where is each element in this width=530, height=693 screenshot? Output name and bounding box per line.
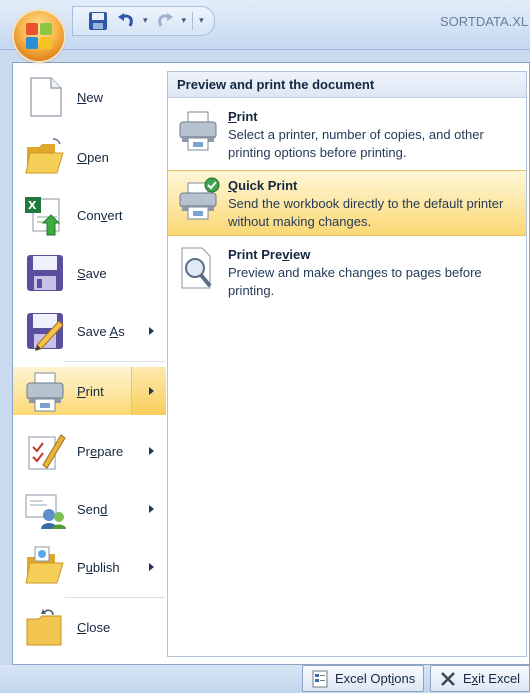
- menu-item-save-as[interactable]: Save As: [13, 307, 166, 355]
- printer-icon: [23, 369, 67, 413]
- new-document-icon: [23, 75, 67, 119]
- submenu-arrow-icon: [149, 387, 154, 395]
- submenu-item-print-preview[interactable]: Print Preview Preview and make changes t…: [168, 240, 526, 306]
- document-title: SORTDATA.XL: [440, 14, 529, 29]
- publish-folder-icon: [23, 545, 67, 589]
- exit-excel-button[interactable]: Exit Excel: [430, 665, 530, 692]
- svg-text:X: X: [28, 199, 37, 212]
- save-disk-icon: [23, 251, 67, 295]
- redo-dropdown-icon[interactable]: ▾: [182, 16, 187, 26]
- menu-item-new[interactable]: New: [13, 73, 166, 121]
- menu-item-print[interactable]: Print: [13, 367, 166, 415]
- options-icon: [312, 670, 328, 687]
- menu-item-label: Close: [77, 619, 111, 635]
- print-submenu-panel: Preview and print the document Print Sel…: [167, 71, 527, 657]
- excel-options-label: Excel Options: [335, 671, 416, 686]
- office-menu: New Open X Convert Save Save As Print Pr…: [12, 62, 530, 665]
- menu-item-label: Prepare: [77, 443, 124, 459]
- undo-icon[interactable]: [115, 10, 137, 32]
- menu-item-publish[interactable]: Publish: [13, 543, 166, 591]
- submenu-arrow-icon: [149, 327, 154, 335]
- menu-divider: [65, 361, 165, 362]
- menu-footer: Excel Options Exit Excel: [0, 665, 530, 693]
- submenu-item-description: Send the workbook directly to the defaul…: [228, 196, 504, 229]
- title-bar: ▾ ▾ ▾ SORTDATA.XL: [0, 0, 530, 50]
- menu-item-label: New: [77, 89, 104, 105]
- submenu-item-description: Select a printer, number of copies, and …: [228, 127, 484, 160]
- print-preview-icon: [176, 246, 220, 290]
- menu-item-prepare[interactable]: Prepare: [13, 427, 166, 475]
- menu-item-label: Convert: [77, 207, 123, 223]
- office-button[interactable]: [14, 11, 64, 61]
- excel-options-button[interactable]: Excel Options: [302, 665, 425, 692]
- undo-dropdown-icon[interactable]: ▾: [143, 16, 148, 26]
- submenu-arrow-icon: [149, 505, 154, 513]
- close-folder-icon: [23, 605, 67, 649]
- customize-toolbar-icon[interactable]: ▾: [199, 16, 204, 26]
- menu-item-label: Open: [77, 149, 109, 165]
- save-as-icon: [23, 309, 67, 353]
- menu-item-label: Save As: [77, 323, 125, 339]
- menu-item-convert[interactable]: X Convert: [13, 191, 166, 239]
- submenu-item-title: Quick Print: [228, 178, 298, 193]
- redo-icon[interactable]: [154, 10, 176, 32]
- close-x-icon: [441, 671, 455, 686]
- menu-divider: [65, 597, 165, 598]
- menu-item-save[interactable]: Save: [13, 249, 166, 297]
- printer-icon: [176, 108, 220, 152]
- menu-item-label: Print: [77, 383, 104, 399]
- submenu-item-title: Print: [228, 109, 258, 124]
- submenu-item-description: Preview and make changes to pages before…: [228, 265, 482, 298]
- quick-print-icon: [176, 177, 220, 221]
- toolbar-divider: [192, 12, 194, 30]
- menu-item-label: Save: [77, 265, 107, 281]
- submenu-item-print[interactable]: Print Select a printer, number of copies…: [168, 102, 526, 168]
- office-logo-icon: [26, 23, 52, 49]
- convert-icon: X: [23, 193, 67, 237]
- submenu-arrow-icon: [149, 447, 154, 455]
- panel-heading: Preview and print the document: [168, 72, 526, 98]
- menu-item-label: Publish: [77, 559, 120, 575]
- menu-item-close[interactable]: Close: [13, 603, 166, 651]
- prepare-icon: [23, 429, 67, 473]
- submenu-item-title: Print Preview: [228, 247, 311, 262]
- menu-item-label: Send: [77, 501, 108, 517]
- menu-item-open[interactable]: Open: [13, 133, 166, 181]
- exit-excel-label: Exit Excel: [463, 671, 521, 686]
- send-icon: [23, 487, 67, 531]
- submenu-arrow-icon: [149, 563, 154, 571]
- save-icon[interactable]: [87, 10, 109, 32]
- quick-access-toolbar: ▾ ▾ ▾: [72, 6, 215, 36]
- submenu-item-quick-print[interactable]: Quick Print Send the workbook directly t…: [168, 170, 526, 236]
- menu-item-send[interactable]: Send: [13, 485, 166, 533]
- open-folder-icon: [23, 135, 67, 179]
- office-menu-commands: New Open X Convert Save Save As Print Pr…: [13, 63, 166, 664]
